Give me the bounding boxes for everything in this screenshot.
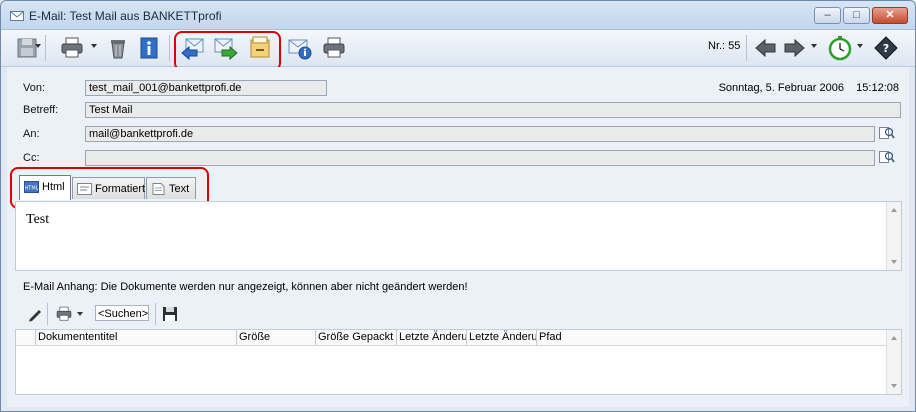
von-field[interactable]: test_mail_001@bankettprofi.de [85, 80, 327, 96]
maximize-button[interactable]: □ [843, 7, 870, 24]
toolbar-separator [746, 35, 747, 61]
editor-scrollbar[interactable] [886, 202, 901, 270]
date-time: Sonntag, 5. Februar 2006 15:12:08 [718, 82, 899, 94]
email-content: Sonntag, 5. Februar 2006 15:12:08 Von: t… [7, 67, 909, 407]
attachment-toolbar: <Suchen> [15, 299, 900, 329]
save-icon[interactable] [15, 35, 41, 61]
scroll-up-icon[interactable] [891, 336, 897, 340]
von-label: Von: [23, 82, 46, 94]
grid-header: Dokumententitel Größe Größe Gepackt Letz… [16, 330, 887, 346]
chevron-down-icon[interactable] [91, 44, 97, 48]
attachment-grid[interactable]: Dokumententitel Größe Größe Gepackt Letz… [15, 329, 902, 395]
toolbar-separator [47, 303, 48, 325]
column-header[interactable]: Dokumententitel [36, 330, 237, 345]
minimize-button[interactable]: – [814, 7, 841, 24]
printer-icon[interactable] [321, 35, 347, 61]
scroll-down-icon[interactable] [891, 384, 897, 388]
column-header[interactable]: Letzte Änderung [467, 330, 537, 345]
column-header[interactable]: Letzte Änderung [397, 330, 467, 345]
an-label: An: [23, 128, 40, 140]
scroll-up-icon[interactable] [891, 208, 897, 212]
an-field[interactable]: mail@bankettprofi.de [85, 126, 875, 142]
toolbar-separator [169, 35, 170, 61]
betreff-label: Betreff: [23, 104, 59, 116]
email-window: E-Mail: Test Mail aus BANKETTprofi – □ ✕ [0, 0, 916, 412]
clock-icon[interactable] [827, 35, 853, 61]
info-icon[interactable] [137, 35, 163, 61]
main-toolbar: Nr.: 55 ? [1, 30, 915, 71]
betreff-field[interactable]: Test Mail [85, 102, 901, 118]
toolbar-separator [45, 35, 46, 61]
mail-info-icon[interactable] [287, 35, 313, 61]
close-button[interactable]: ✕ [872, 7, 908, 24]
svg-text:?: ? [883, 42, 889, 55]
help-icon[interactable]: ? [873, 35, 899, 61]
attachment-search-input[interactable]: <Suchen> [95, 305, 149, 321]
trash-icon[interactable] [105, 35, 131, 61]
scroll-down-icon[interactable] [891, 260, 897, 264]
print-icon[interactable] [55, 305, 73, 323]
reply-group-highlight [174, 31, 281, 71]
chevron-down-icon[interactable] [811, 44, 817, 48]
chevron-down-icon[interactable] [35, 44, 41, 48]
window-title: E-Mail: Test Mail aus BANKETTprofi [29, 9, 222, 23]
prev-icon[interactable] [753, 35, 779, 61]
grid-scrollbar[interactable] [886, 330, 901, 394]
column-header[interactable]: Größe [237, 330, 316, 345]
chevron-down-icon[interactable] [857, 44, 863, 48]
save-icon[interactable] [162, 306, 178, 322]
record-number: Nr.: 55 [708, 40, 741, 52]
mail-icon [10, 11, 24, 21]
next-icon[interactable] [781, 35, 807, 61]
toolbar-separator [155, 303, 156, 325]
message-body-text: Test [26, 212, 50, 227]
column-header[interactable]: Größe Gepackt [316, 330, 397, 345]
message-body[interactable]: Test [15, 201, 902, 271]
print-icon[interactable] [59, 35, 85, 61]
address-lookup-icon[interactable] [879, 126, 895, 140]
address-lookup-icon[interactable] [879, 150, 895, 164]
cc-field[interactable] [85, 150, 875, 166]
edit-icon[interactable] [27, 306, 43, 322]
title-bar: E-Mail: Test Mail aus BANKETTprofi – □ ✕ [1, 1, 915, 30]
column-header[interactable]: Pfad [537, 330, 887, 345]
grid-rowheader [16, 330, 36, 345]
attachment-note: E-Mail Anhang: Die Dokumente werden nur … [23, 281, 468, 293]
chevron-down-icon[interactable] [77, 312, 83, 316]
cc-label: Cc: [23, 152, 40, 164]
